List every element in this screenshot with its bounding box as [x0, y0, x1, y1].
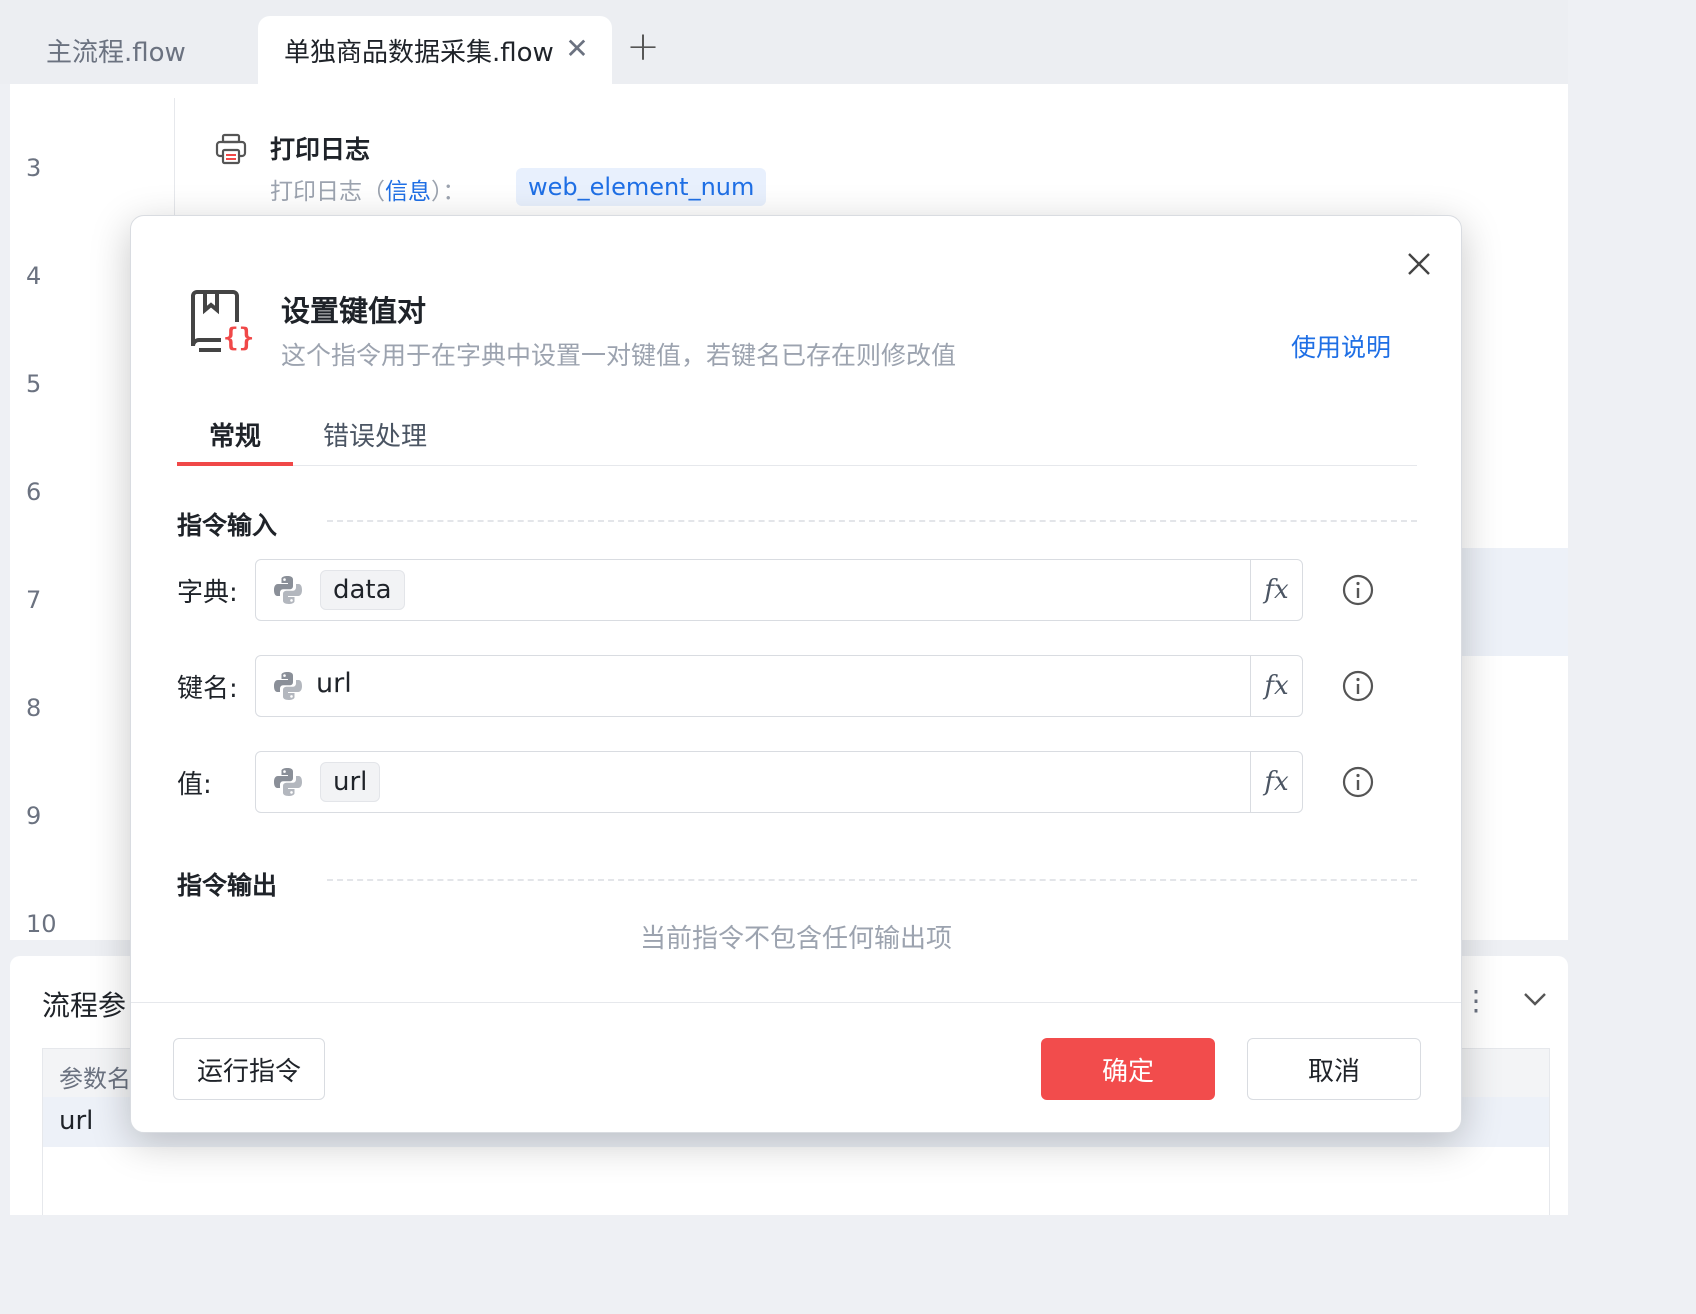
fx-expression-button[interactable]: fx	[1250, 560, 1302, 620]
confirm-button[interactable]: 确定	[1041, 1038, 1215, 1100]
section-divider	[327, 520, 1417, 522]
dict-field-label: 字典:	[177, 578, 238, 608]
key-field[interactable]: url fx	[255, 655, 1303, 717]
python-icon	[272, 574, 304, 606]
line-number: 5	[26, 370, 42, 398]
python-icon	[272, 766, 304, 798]
dialog-description: 这个指令用于在字典中设置一对键值，若键名已存在则修改值	[281, 341, 957, 370]
fx-expression-button[interactable]: fx	[1250, 656, 1302, 716]
line-number: 4	[26, 262, 42, 290]
dict-field[interactable]: data fx	[255, 559, 1303, 621]
info-icon[interactable]	[1341, 765, 1375, 799]
active-tab-indicator	[177, 462, 293, 466]
help-link[interactable]: 使用说明	[1291, 328, 1391, 364]
value-field[interactable]: url fx	[255, 751, 1303, 813]
dialog-title: 设置键值对	[281, 294, 427, 328]
tab-active-flow-label: 单独商品数据采集.flow	[284, 37, 554, 68]
key-field-label: 键名:	[177, 674, 238, 704]
step-description: 打印日志（ 信息 ）：	[270, 172, 466, 206]
key-field-value[interactable]: url	[316, 668, 352, 699]
cancel-button[interactable]: 取消	[1247, 1038, 1421, 1100]
line-number: 10	[26, 910, 57, 938]
tab-bar: 主流程.flow 单独商品数据采集.flow ✕ +	[0, 0, 1568, 84]
set-key-value-dialog: {} 设置键值对 这个指令用于在字典中设置一对键值，若键名已存在则修改值 使用说…	[130, 215, 1462, 1133]
close-tab-icon[interactable]: ✕	[562, 34, 592, 64]
more-options-icon[interactable]: ⋮	[1462, 984, 1490, 1017]
variable-chip[interactable]: data	[320, 570, 405, 610]
tab-error-handling[interactable]: 错误处理	[323, 416, 427, 453]
variable-chip: web_element_num	[516, 168, 767, 206]
line-number: 6	[26, 478, 42, 506]
dialog-tabs: 常规 错误处理	[177, 412, 1417, 466]
printer-icon	[214, 132, 248, 166]
dictionary-book-icon: {}	[187, 288, 254, 354]
value-field-label: 值:	[177, 770, 212, 800]
no-output-message: 当前指令不包含任何输出项	[639, 924, 952, 954]
variable-chip[interactable]: url	[320, 762, 381, 802]
python-icon	[272, 670, 304, 702]
input-section-title: 指令输入	[177, 511, 278, 540]
selected-row-highlight	[1450, 548, 1568, 656]
line-number: 9	[26, 802, 42, 830]
step-description-suffix: ）：	[431, 179, 466, 205]
close-icon[interactable]	[1399, 244, 1439, 284]
step-title[interactable]: 打印日志	[270, 130, 370, 166]
run-command-button[interactable]: 运行指令	[173, 1038, 325, 1100]
line-number: 8	[26, 694, 42, 722]
tab-main-flow[interactable]: 主流程.flow	[20, 16, 258, 84]
output-section-title: 指令输出	[177, 871, 278, 900]
info-icon[interactable]	[1341, 573, 1375, 607]
step-description-prefix: 打印日志（	[270, 179, 385, 205]
svg-text:{}: {}	[223, 323, 253, 353]
line-number: 3	[26, 154, 42, 182]
tab-general[interactable]: 常规	[209, 416, 261, 453]
tab-active-flow[interactable]: 单独商品数据采集.flow ✕	[258, 16, 612, 84]
chevron-down-icon[interactable]	[1520, 984, 1550, 1014]
param-name-header: 参数名	[59, 1065, 131, 1093]
param-name-cell: url	[59, 1106, 94, 1136]
tab-main-flow-label: 主流程.flow	[46, 37, 186, 68]
info-icon[interactable]	[1341, 669, 1375, 703]
step-description-keyword: 信息	[385, 179, 431, 205]
section-divider	[327, 879, 1417, 881]
fx-expression-button[interactable]: fx	[1250, 752, 1302, 812]
line-number: 7	[26, 586, 42, 614]
params-panel-title: 流程参	[42, 989, 127, 1022]
footer-divider	[131, 1002, 1461, 1003]
add-tab-icon[interactable]: +	[622, 26, 664, 68]
